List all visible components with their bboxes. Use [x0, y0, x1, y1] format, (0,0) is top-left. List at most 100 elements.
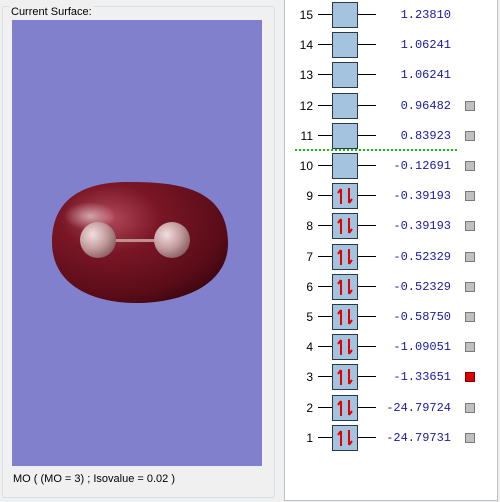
- spin-pair-arrows-icon: [337, 218, 353, 235]
- hydrogen-atom-left: [80, 222, 116, 258]
- level-line-right: [358, 74, 376, 76]
- orbital-energy: 1.23810: [400, 8, 451, 22]
- level-line-left: [318, 104, 332, 106]
- spin-pair-arrows-icon: [337, 339, 353, 356]
- level-line-right: [358, 44, 376, 46]
- level-line-left: [318, 165, 332, 166]
- mo-index: 10: [299, 159, 313, 173]
- orbital-box[interactable]: [332, 243, 358, 270]
- mo-row-11[interactable]: 11 0.83923: [285, 121, 497, 151]
- select-square-icon[interactable]: [465, 312, 475, 322]
- mo-row-12[interactable]: 12 0.96482: [285, 91, 497, 121]
- orbital-box[interactable]: [332, 304, 358, 330]
- spin-pair-arrows-icon: [337, 399, 353, 416]
- mo-row-10[interactable]: 10 -0.12691: [285, 151, 497, 181]
- level-line-left: [318, 74, 332, 76]
- mo-row-14[interactable]: 14 1.06241: [285, 30, 497, 60]
- orbital-box[interactable]: [332, 394, 358, 421]
- orbital-energy: -0.58750: [393, 310, 451, 324]
- mo-index: 2: [306, 400, 313, 415]
- orbital-box[interactable]: [332, 32, 358, 59]
- mo-index: 13: [299, 68, 313, 83]
- orbital-box[interactable]: [332, 122, 358, 149]
- mo-row-15[interactable]: 15 1.23810: [285, 0, 497, 30]
- mo-row-13[interactable]: 13 1.06241: [285, 60, 497, 90]
- spin-pair-arrows-icon: [337, 369, 353, 386]
- isosurface-render: [52, 182, 229, 303]
- select-square-icon[interactable]: [465, 100, 475, 111]
- orbital-energy: 1.06241: [400, 68, 451, 83]
- level-line-left: [318, 406, 332, 408]
- mo-index: 12: [299, 98, 313, 113]
- orbital-energy: 1.06241: [400, 38, 451, 53]
- orbital-box[interactable]: [332, 334, 358, 361]
- mo-row-2[interactable]: 2 -24.79724: [285, 393, 497, 423]
- level-line-left: [318, 346, 332, 348]
- level-line-left: [318, 376, 332, 378]
- level-line-right: [358, 406, 376, 408]
- hydrogen-atom-right: [154, 222, 190, 258]
- level-line-right: [358, 104, 376, 106]
- orbital-energy: -0.52329: [393, 279, 451, 294]
- level-line-right: [358, 285, 376, 287]
- level-line-right: [358, 195, 376, 197]
- mo-index: 8: [306, 219, 313, 234]
- orbital-box[interactable]: [332, 153, 358, 179]
- spin-pair-arrows-icon: [337, 188, 353, 205]
- mo-index: 1: [306, 430, 313, 445]
- select-square-icon[interactable]: [465, 191, 475, 202]
- mo-row-9[interactable]: 9 -0.39193: [285, 181, 497, 211]
- select-square-icon[interactable]: [465, 161, 475, 171]
- mo-row-8[interactable]: 8 -0.39193: [285, 211, 497, 241]
- mo-index: 4: [306, 340, 313, 355]
- mo-row-1[interactable]: 1 -24.79731: [285, 423, 497, 453]
- level-line-left: [318, 134, 332, 136]
- mo-index: 7: [306, 249, 313, 264]
- level-line-right: [358, 225, 376, 227]
- selected-surface-marker-icon[interactable]: [465, 372, 475, 383]
- select-square-icon[interactable]: [465, 221, 475, 232]
- orbital-box[interactable]: [332, 273, 358, 300]
- mo-row-6[interactable]: 6 -0.52329: [285, 272, 497, 302]
- mo-row-3[interactable]: 3 -1.33651: [285, 362, 497, 392]
- mo-index: 3: [306, 370, 313, 385]
- orbital-box[interactable]: [332, 424, 358, 451]
- orbital-box[interactable]: [332, 2, 358, 28]
- select-square-icon[interactable]: [465, 130, 475, 141]
- orbital-energy: -1.09051: [393, 340, 451, 355]
- orbital-energy: -1.33651: [393, 370, 451, 385]
- molecule-viewport[interactable]: [12, 20, 262, 466]
- select-square-icon[interactable]: [465, 402, 475, 413]
- level-line-left: [318, 44, 332, 46]
- mo-index: 9: [306, 189, 313, 204]
- spin-pair-arrows-icon: [337, 429, 353, 446]
- orbital-energy: 0.83923: [400, 128, 451, 143]
- orbital-energy: -24.79724: [386, 400, 451, 415]
- orbital-box[interactable]: [332, 213, 358, 240]
- orbital-box[interactable]: [332, 183, 358, 210]
- select-square-icon[interactable]: [465, 281, 475, 292]
- mo-row-5[interactable]: 5 -0.58750: [285, 302, 497, 332]
- surface-status-text: MO ( (MO = 3) ; Isovalue = 0.02 ): [13, 473, 175, 485]
- mo-index: 5: [306, 310, 313, 324]
- mo-index: 11: [300, 128, 313, 143]
- select-square-icon[interactable]: [465, 251, 475, 262]
- level-line-left: [318, 225, 332, 227]
- level-line-left: [318, 285, 332, 287]
- orbital-energy: -0.12691: [393, 159, 451, 173]
- orbital-box[interactable]: [332, 92, 358, 119]
- level-line-left: [318, 14, 332, 15]
- orbital-energy: -0.39193: [393, 189, 451, 204]
- current-surface-title: Current Surface:: [9, 6, 94, 18]
- orbital-box[interactable]: [332, 364, 358, 391]
- select-square-icon[interactable]: [465, 342, 475, 353]
- spin-pair-arrows-icon: [337, 278, 353, 295]
- select-square-icon[interactable]: [465, 432, 475, 443]
- mo-energy-list[interactable]: 15 1.23810 14 1.06241 13 1.06241 12 0.96482 11 0.…: [284, 0, 498, 501]
- mo-row-4[interactable]: 4 -1.09051: [285, 332, 497, 362]
- level-line-right: [358, 14, 376, 15]
- mo-row-7[interactable]: 7 -0.52329: [285, 242, 497, 272]
- mo-index: 15: [299, 8, 313, 22]
- orbital-box[interactable]: [332, 62, 358, 89]
- homo-lumo-divider: [295, 149, 457, 151]
